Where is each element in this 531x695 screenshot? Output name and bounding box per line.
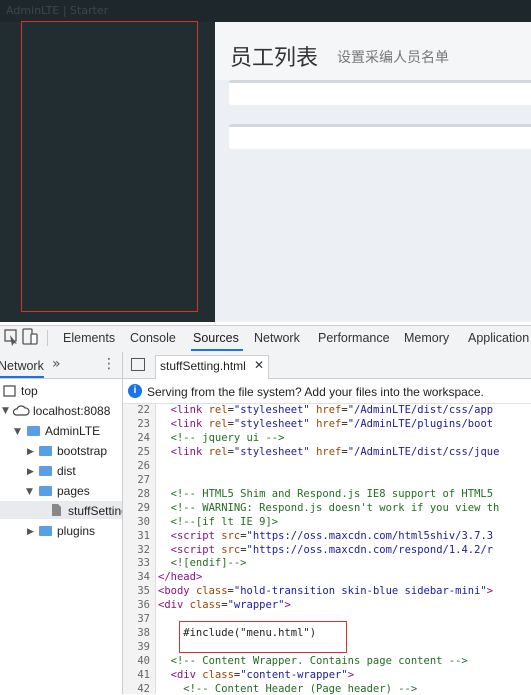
tab-performance[interactable]: Performance (318, 331, 390, 345)
line-number: 31 (137, 529, 150, 542)
code-line[interactable]: <!-- jquery ui --> (158, 432, 285, 444)
tab-console[interactable]: Console (130, 331, 176, 345)
code-line[interactable]: <script src="https://oss.maxcdn.com/html… (158, 530, 493, 542)
tree-item-bootstrap[interactable]: bootstrap (57, 444, 107, 458)
tree-item-adminlte[interactable]: AdminLTE (45, 424, 100, 438)
page-header-title: AdminLTE | Starter (6, 4, 109, 17)
code-line[interactable]: <!-- WARNING: Respond.js doesn't work if… (158, 502, 500, 514)
expand-triangle-icon[interactable]: ▼ (2, 406, 9, 416)
code-line[interactable]: <div class="wrapper"> (158, 599, 291, 611)
line-number: 33 (137, 557, 150, 570)
line-number: 40 (137, 655, 150, 668)
line-number: 32 (137, 543, 150, 556)
frame-icon (3, 385, 16, 397)
file-icon (52, 504, 61, 516)
tab-sources[interactable]: Sources (193, 331, 239, 345)
line-number: 24 (137, 431, 150, 444)
line-number: 30 (137, 515, 150, 528)
collapse-triangle-icon[interactable]: ▶ (27, 527, 34, 537)
folder-icon (39, 446, 52, 456)
line-number: 41 (137, 669, 150, 682)
content-box (229, 124, 531, 149)
infobar-text: Serving from the file system? Add your f… (147, 385, 484, 399)
folder-icon (27, 426, 40, 436)
code-line[interactable]: <link rel="stylesheet" href="/AdminLTE/d… (158, 404, 493, 416)
tab-elements[interactable]: Elements (63, 331, 115, 345)
expand-triangle-icon[interactable]: ▼ (26, 487, 33, 497)
inspect-element-icon[interactable] (4, 328, 18, 346)
code-line[interactable]: <script src="https://oss.maxcdn.com/resp… (158, 544, 493, 556)
file-tab-label: stuffSetting.html (160, 359, 246, 373)
line-number: 25 (137, 445, 150, 458)
info-icon: i (128, 384, 142, 398)
expand-triangle-icon[interactable]: ▼ (14, 427, 21, 437)
tree-item-file[interactable]: stuffSetting.html (68, 504, 122, 518)
tab-memory[interactable]: Memory (404, 331, 449, 345)
line-number: 36 (137, 599, 150, 612)
kebab-menu-icon[interactable]: ⋮ (102, 356, 116, 372)
tree-item-file-wrap[interactable]: stuffSetting.html (68, 504, 122, 518)
line-number: 26 (137, 459, 150, 472)
tree-item-dist[interactable]: dist (57, 464, 76, 478)
page-subtitle: 设置采编人员名单 (337, 50, 449, 66)
code-line[interactable]: <body class="hold-transition skin-blue s… (158, 585, 493, 597)
code-line[interactable]: <!--[if lt IE 9]> (158, 516, 278, 528)
code-line[interactable]: <![endif]--> (158, 557, 247, 569)
folder-icon (39, 466, 52, 476)
close-icon[interactable]: ✕ (254, 358, 264, 372)
code-line[interactable]: </head> (158, 571, 202, 583)
line-number: 35 (137, 585, 150, 598)
tree-item-plugins[interactable]: plugins (57, 524, 95, 538)
tab-network[interactable]: Network (254, 331, 300, 345)
line-number: 23 (137, 417, 150, 430)
collapse-triangle-icon[interactable]: ▶ (27, 447, 34, 457)
code-line[interactable]: <!-- HTML5 Shim and Respond.js IE8 suppo… (158, 488, 493, 500)
toggle-navigator-icon[interactable] (131, 358, 145, 371)
active-tab-indicator (191, 349, 243, 351)
line-number: 38 (137, 627, 150, 640)
sidebar-highlight-box (21, 21, 198, 312)
line-number: 29 (137, 501, 150, 514)
line-number: 27 (137, 473, 150, 486)
code-line[interactable]: <!-- Content Header (Page header) --> (158, 683, 417, 695)
cloud-icon (12, 405, 30, 416)
content-box (229, 80, 531, 105)
code-line[interactable]: <!-- Content Wrapper. Contains page cont… (158, 655, 468, 667)
collapse-triangle-icon[interactable]: ▶ (27, 467, 34, 477)
line-number: 34 (137, 571, 150, 584)
tab-application[interactable]: Application (468, 331, 529, 345)
navigator-tab-network[interactable]: Network (0, 359, 44, 378)
tree-item-pages[interactable]: pages (57, 484, 90, 498)
line-number: 39 (137, 641, 150, 654)
line-number: 22 (137, 404, 150, 416)
code-line[interactable]: <div class="content-wrapper"> (158, 669, 354, 681)
code-line[interactable]: #include("menu.html") (158, 627, 316, 639)
folder-icon (39, 486, 52, 496)
line-number: 42 (137, 683, 150, 695)
line-number: 37 (137, 613, 150, 626)
code-line[interactable]: <link rel="stylesheet" href="/AdminLTE/d… (158, 446, 500, 458)
line-number: 28 (137, 487, 150, 500)
code-line[interactable]: <link rel="stylesheet" href="/AdminLTE/p… (158, 418, 493, 430)
tab-divider (47, 330, 48, 346)
tree-item-top[interactable]: top (21, 384, 38, 398)
tree-item-host[interactable]: localhost:8088 (33, 404, 110, 418)
device-toolbar-icon[interactable] (22, 328, 38, 346)
more-tabs-icon[interactable]: » (52, 356, 61, 372)
page-title: 员工列表 (230, 46, 319, 71)
folder-icon (39, 526, 52, 536)
